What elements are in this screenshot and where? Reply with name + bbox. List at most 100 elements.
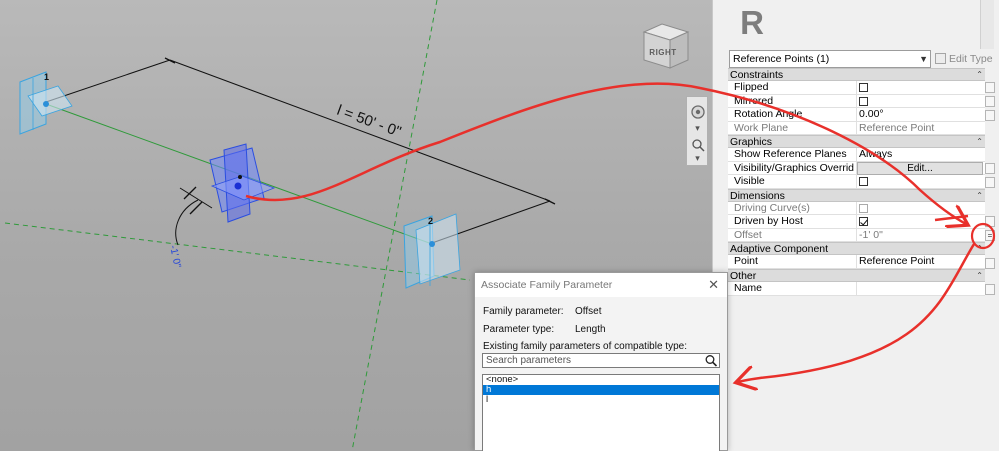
parameter-type-label: Parameter type: [483,324,555,335]
property-row-visibility-overrides: Visibility/Graphics Overrides Edit... [728,161,985,176]
property-name: Driven by Host [734,215,803,228]
view-cube-face-label[interactable]: RIGHT [640,48,686,57]
driving-curves-checkbox [859,203,868,213]
dialog-titlebar[interactable]: Associate Family Parameter ✕ [475,273,727,297]
property-row-driving-curves: Driving Curve(s) [728,201,985,216]
group-label: Dimensions [730,189,785,202]
dimension-tick-2 [544,198,556,205]
existing-parameters-label: Existing family parameters of compatible… [483,341,687,352]
group-other[interactable]: Other ⌃ [728,268,985,283]
property-table: Constraints ⌃ Flipped Mirrored Rotation … [728,68,985,296]
family-parameter-label: Family parameter: [483,306,564,317]
flipped-checkbox[interactable] [859,83,868,93]
associate-parameter-button-graphics[interactable] [985,163,995,174]
associate-parameter-button-flipped[interactable] [985,82,995,93]
chevron-down-icon[interactable]: ▼ [919,51,928,67]
associate-parameter-button-driven-by-host[interactable] [985,216,995,227]
collapse-icon[interactable]: ⌃ [976,190,983,202]
close-icon[interactable]: ✕ [708,277,719,293]
group-label: Graphics [730,135,773,148]
dialog-title: Associate Family Parameter [481,279,613,291]
preview-scrollbar[interactable] [980,0,994,49]
revit-logo: R [740,4,764,41]
associate-parameter-button-rotation[interactable] [985,110,995,121]
property-row-show-reference-planes: Show Reference Planes Always [728,148,985,162]
property-name: Point [734,255,758,268]
dimension-tick-1 [164,57,176,64]
associate-parameter-button-visible[interactable] [985,177,995,188]
parameter-list[interactable]: <none> h l [482,374,720,451]
associate-family-parameter-dialog: Associate Family Parameter ✕ Family para… [474,272,728,451]
steering-wheel-icon[interactable] [689,101,706,123]
rotation-angle-field[interactable]: 0.00° [856,108,985,122]
associate-parameter-column: = [985,68,998,303]
associate-parameter-button-offset[interactable]: = [985,230,995,241]
property-row-driven-by-host: Driven by Host [728,215,985,229]
type-selector[interactable]: Reference Points (1) ▼ [729,50,931,68]
parameter-type-value: Length [575,324,606,335]
show-reference-planes-select[interactable]: Always [856,148,985,162]
edit-type-button[interactable]: Edit Type [935,50,999,68]
point-select[interactable]: Reference Point [856,255,985,269]
visible-checkbox[interactable] [859,177,868,187]
group-label: Adaptive Component [730,243,829,256]
property-name: Work Plane [734,121,789,134]
property-name: Mirrored [734,94,774,107]
driven-by-host-checkbox[interactable] [859,217,868,227]
offset-value: -1' 0" [856,228,985,242]
associate-parameter-button-point[interactable] [985,258,995,269]
type-selector-row: Reference Points (1) ▼ Edit Type [729,50,999,68]
list-item-h[interactable]: h [483,385,719,395]
group-label: Other [730,269,757,282]
collapse-icon[interactable]: ⌃ [976,136,983,148]
property-row-point: Point Reference Point [728,255,985,269]
offset-dimension-label[interactable]: -1' 0" [167,244,183,269]
group-constraints[interactable]: Constraints ⌃ [728,68,985,82]
associate-parameter-button-name[interactable] [985,284,995,295]
property-row-rotation-angle: Rotation Angle 0.00° [728,108,985,122]
property-row-offset: Offset -1' 0" [728,228,985,243]
point-2-label: 2 [428,216,433,226]
property-row-work-plane: Work Plane Reference Point [728,121,985,135]
property-row-visible: Visible [728,175,985,189]
property-row-flipped: Flipped [728,81,985,95]
property-name: Name [734,282,763,295]
property-row-mirrored: Mirrored [728,94,985,109]
associate-parameter-button-mirrored[interactable] [985,96,995,107]
group-adaptive-component[interactable]: Adaptive Component ⌃ [728,242,985,256]
zoom-icon[interactable] [689,137,706,153]
property-name: Driving Curve(s) [734,201,810,214]
list-item-none[interactable]: <none> [483,375,719,385]
family-parameter-value: Offset [575,306,602,317]
property-name: Flipped [734,81,769,94]
reference-point-2[interactable]: 2 [403,213,461,289]
group-dimensions[interactable]: Dimensions ⌃ [728,188,985,202]
navigation-bar: ▾ ▾ [686,96,708,166]
group-graphics[interactable]: Graphics ⌃ [728,134,985,149]
collapse-icon[interactable]: ⌃ [976,69,983,81]
collapse-icon[interactable]: ⌃ [976,270,983,282]
view-cube[interactable]: RIGHT [640,20,692,72]
reference-point-1[interactable]: 1 [19,71,73,135]
edit-type-icon [935,53,946,64]
chevron-down-icon[interactable]: ▾ [689,153,706,163]
type-selector-value: Reference Points (1) [733,53,830,65]
property-name: Rotation Angle [734,108,803,121]
mirrored-checkbox[interactable] [859,96,868,106]
search-icon[interactable] [704,354,718,367]
point-1-label: 1 [44,72,49,82]
property-name: Show Reference Planes [734,148,847,161]
name-field[interactable] [856,282,985,296]
search-input[interactable] [483,354,701,367]
horizontal-axis-line [4,222,471,281]
chevron-down-icon[interactable]: ▾ [689,123,706,133]
visibility-edit-button[interactable]: Edit... [857,161,983,175]
edit-type-label: Edit Type [949,53,993,65]
property-name: Offset [734,228,762,241]
property-name: Visible [734,175,765,188]
search-box [482,353,720,368]
length-dimension-label[interactable]: l = 50' - 0" [335,102,404,141]
work-plane-value: Reference Point [856,121,985,135]
list-item-l[interactable]: l [483,395,719,405]
collapse-icon[interactable]: ⌃ [976,243,983,255]
